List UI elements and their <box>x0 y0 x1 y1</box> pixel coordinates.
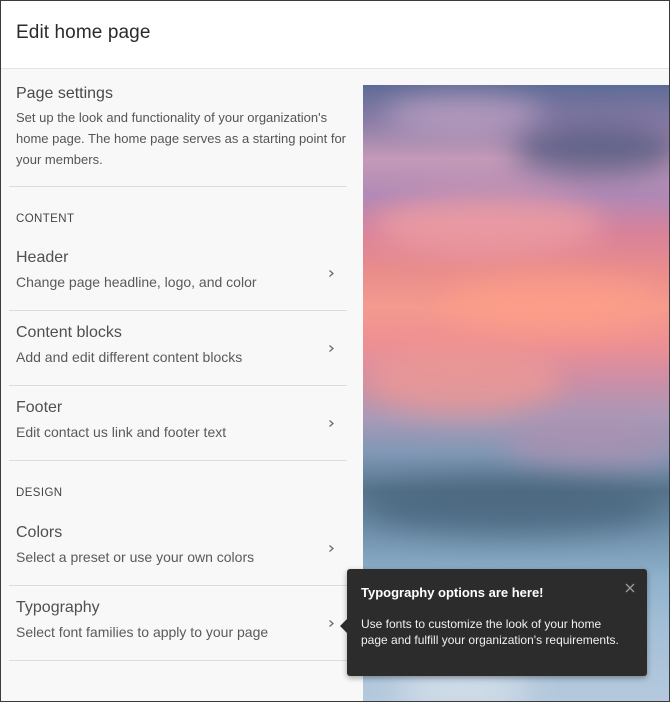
chevron-right-icon <box>329 345 334 352</box>
page-settings-description: Set up the look and functionality of you… <box>16 110 347 167</box>
menu-item-colors[interactable]: Colors Select a preset or use your own c… <box>9 512 347 586</box>
menu-item-title: Header <box>16 249 69 266</box>
menu-item-title: Colors <box>16 524 63 541</box>
cloud-shape <box>383 95 543 135</box>
menu-item-title: Footer <box>16 399 63 416</box>
cloud-shape <box>513 125 669 175</box>
menu-item-typography[interactable]: Typography Select font families to apply… <box>9 587 347 661</box>
typography-tooltip: Typography options are here! Use fonts t… <box>340 569 647 676</box>
tooltip-body: Use fonts to customize the look of your … <box>361 617 619 647</box>
cloud-shape <box>363 345 563 415</box>
page-settings-heading: Page settings <box>16 85 113 102</box>
menu-item-footer[interactable]: Footer Edit contact us link and footer t… <box>9 387 347 461</box>
chevron-right-icon <box>329 545 334 552</box>
menu-item-description: Add and edit different content blocks <box>16 349 243 365</box>
menu-item-description: Select a preset or use your own colors <box>16 549 255 565</box>
chevron-right-icon <box>329 270 334 277</box>
menu-item-description: Edit contact us link and footer text <box>16 424 227 440</box>
close-icon[interactable] <box>623 581 637 595</box>
divider <box>9 186 347 187</box>
menu-item-header[interactable]: Header Change page headline, logo, and c… <box>9 237 347 311</box>
cloud-shape <box>503 415 669 470</box>
menu-item-title: Content blocks <box>16 324 122 341</box>
menu-item-title: Typography <box>16 599 100 616</box>
section-label-design: DESIGN <box>16 487 63 499</box>
top-bar: Edit home page <box>1 1 669 69</box>
divider <box>9 660 347 661</box>
cloud-shape <box>393 675 533 701</box>
tooltip-arrow <box>340 619 347 633</box>
tooltip-title: Typography options are here! <box>361 585 544 600</box>
divider <box>9 385 347 386</box>
menu-item-content-blocks[interactable]: Content blocks Add and edit different co… <box>9 312 347 386</box>
chevron-right-icon <box>329 620 334 627</box>
cloud-shape <box>373 195 603 255</box>
chevron-right-icon <box>329 420 334 427</box>
settings-panel: Page settings Set up the look and functi… <box>1 69 356 701</box>
divider <box>9 460 347 461</box>
menu-item-description: Select font families to apply to your pa… <box>16 624 269 640</box>
section-label-content: CONTENT <box>16 213 75 225</box>
cloud-shape <box>363 480 663 535</box>
page-settings-intro: Page settings Set up the look and functi… <box>16 85 346 170</box>
page-title: Edit home page <box>16 22 151 43</box>
divider <box>9 310 347 311</box>
divider <box>9 585 347 586</box>
cloud-shape <box>443 275 663 335</box>
edit-home-page-window: Edit home page Page settings Set up the … <box>0 0 670 702</box>
menu-item-description: Change page headline, logo, and color <box>16 274 257 290</box>
